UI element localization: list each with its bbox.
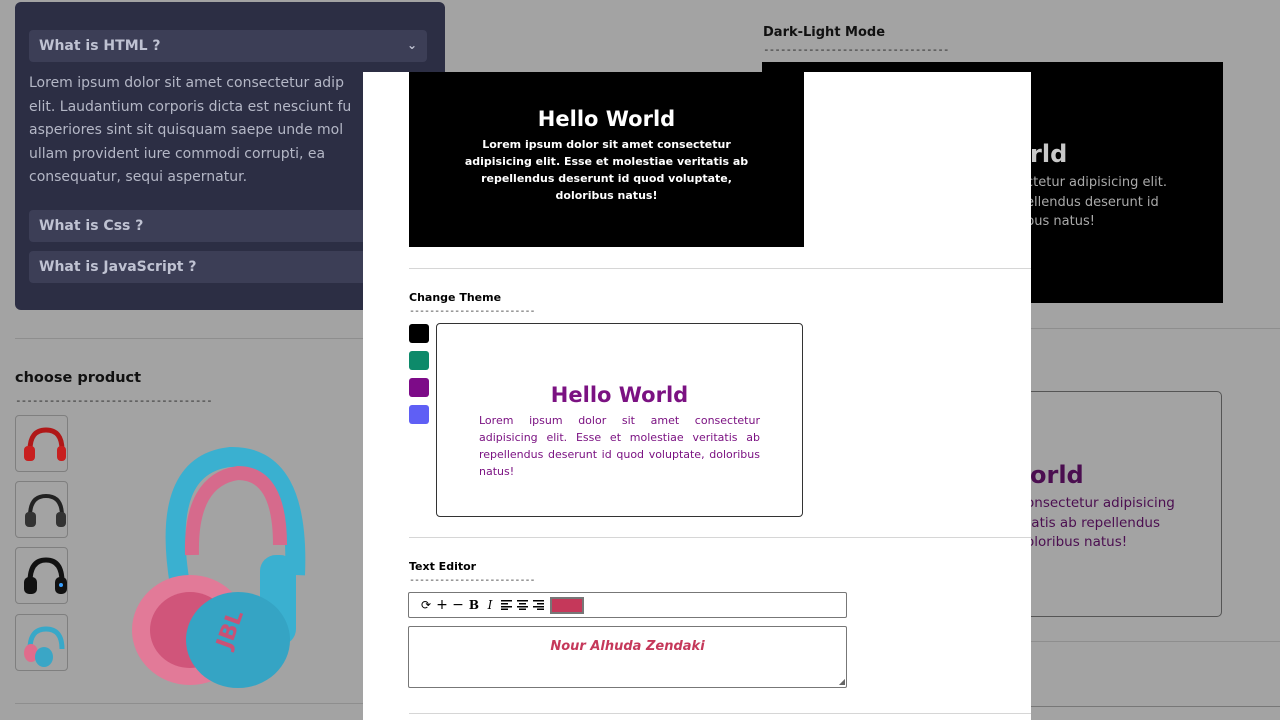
divider	[1031, 328, 1280, 329]
headphones-kids-icon	[24, 626, 65, 667]
change-theme-title: Change Theme	[409, 291, 502, 304]
panel-heading: orld	[1030, 461, 1084, 489]
faq-question-label: What is Css ?	[39, 218, 144, 234]
italic-icon[interactable]: I	[482, 595, 498, 615]
align-right-icon[interactable]	[530, 595, 546, 615]
text-editor-area[interactable]: Nour Alhuda Zendaki ◢	[408, 626, 847, 688]
title-underline: ---------------------------------	[763, 43, 948, 56]
refresh-icon[interactable]: ⟳	[418, 595, 434, 615]
title-underline: -------------------------	[409, 575, 536, 586]
title-underline: -----------------------------------	[15, 394, 213, 407]
bold-icon[interactable]: B	[466, 595, 482, 615]
editor-toolbar: ⟳ + − B I	[408, 592, 847, 618]
theme-preview-card: Hello World Lorem ipsum dolor sit amet c…	[436, 323, 803, 517]
panel-text: onsectetur adipisicing tatis ab repellen…	[1026, 495, 1175, 550]
product-image: JBL	[132, 446, 306, 688]
demo-paragraph: Lorem ipsum dolor sit amet consectetur a…	[464, 138, 749, 202]
product-thumbnail[interactable]	[15, 481, 68, 538]
theme-swatch-green[interactable]	[409, 351, 429, 370]
product-section-title: choose product	[15, 370, 142, 386]
divider	[409, 537, 1031, 538]
chevron-down-icon: ⌄	[406, 38, 417, 52]
resize-handle-icon[interactable]: ◢	[839, 677, 845, 686]
headphones-red-icon	[24, 427, 66, 461]
preview-modal: Hello World Lorem ipsum dolor sit amet c…	[363, 72, 1031, 720]
text-editor-title: Text Editor	[409, 560, 477, 573]
demo-heading: Hello World	[537, 107, 676, 131]
align-center-icon[interactable]	[514, 595, 530, 615]
divider	[409, 268, 1031, 269]
faq-question-label: What is JavaScript ?	[39, 259, 197, 275]
text-color-picker[interactable]	[550, 596, 584, 614]
divider	[1031, 641, 1280, 642]
theme-swatch-black[interactable]	[409, 324, 429, 343]
plus-icon[interactable]: +	[434, 595, 450, 615]
product-thumbnail[interactable]	[15, 614, 68, 671]
theme-swatch-purple[interactable]	[409, 378, 429, 397]
divider	[15, 338, 363, 339]
faq-question-label: What is HTML ?	[39, 38, 161, 54]
product-thumbnail[interactable]	[15, 547, 68, 604]
divider	[1031, 706, 1280, 707]
panel-text: ctetur adipisicing elit. ellendus deseru…	[1026, 175, 1167, 229]
faq-question-html[interactable]: What is HTML ? ⌄	[29, 30, 427, 62]
panel-heading: rld	[1030, 140, 1068, 168]
theme-swatch-blue[interactable]	[409, 405, 429, 424]
dark-mode-demo: Hello World Lorem ipsum dolor sit amet c…	[409, 72, 804, 247]
minus-icon[interactable]: −	[450, 595, 466, 615]
demo-paragraph: Lorem ipsum dolor sit amet consectetur a…	[479, 414, 760, 478]
align-left-icon[interactable]	[498, 595, 514, 615]
dark-light-section-title: Dark-Light Mode	[763, 25, 886, 40]
title-underline: -------------------------	[409, 306, 536, 317]
demo-heading: Hello World	[550, 383, 689, 407]
divider	[15, 703, 363, 704]
divider	[409, 713, 1031, 714]
headphones-black-icon	[25, 493, 66, 527]
product-thumbnail[interactable]	[15, 415, 68, 472]
editor-content[interactable]: Nour Alhuda Zendaki	[409, 639, 846, 654]
headphones-gaming-icon	[24, 557, 67, 594]
